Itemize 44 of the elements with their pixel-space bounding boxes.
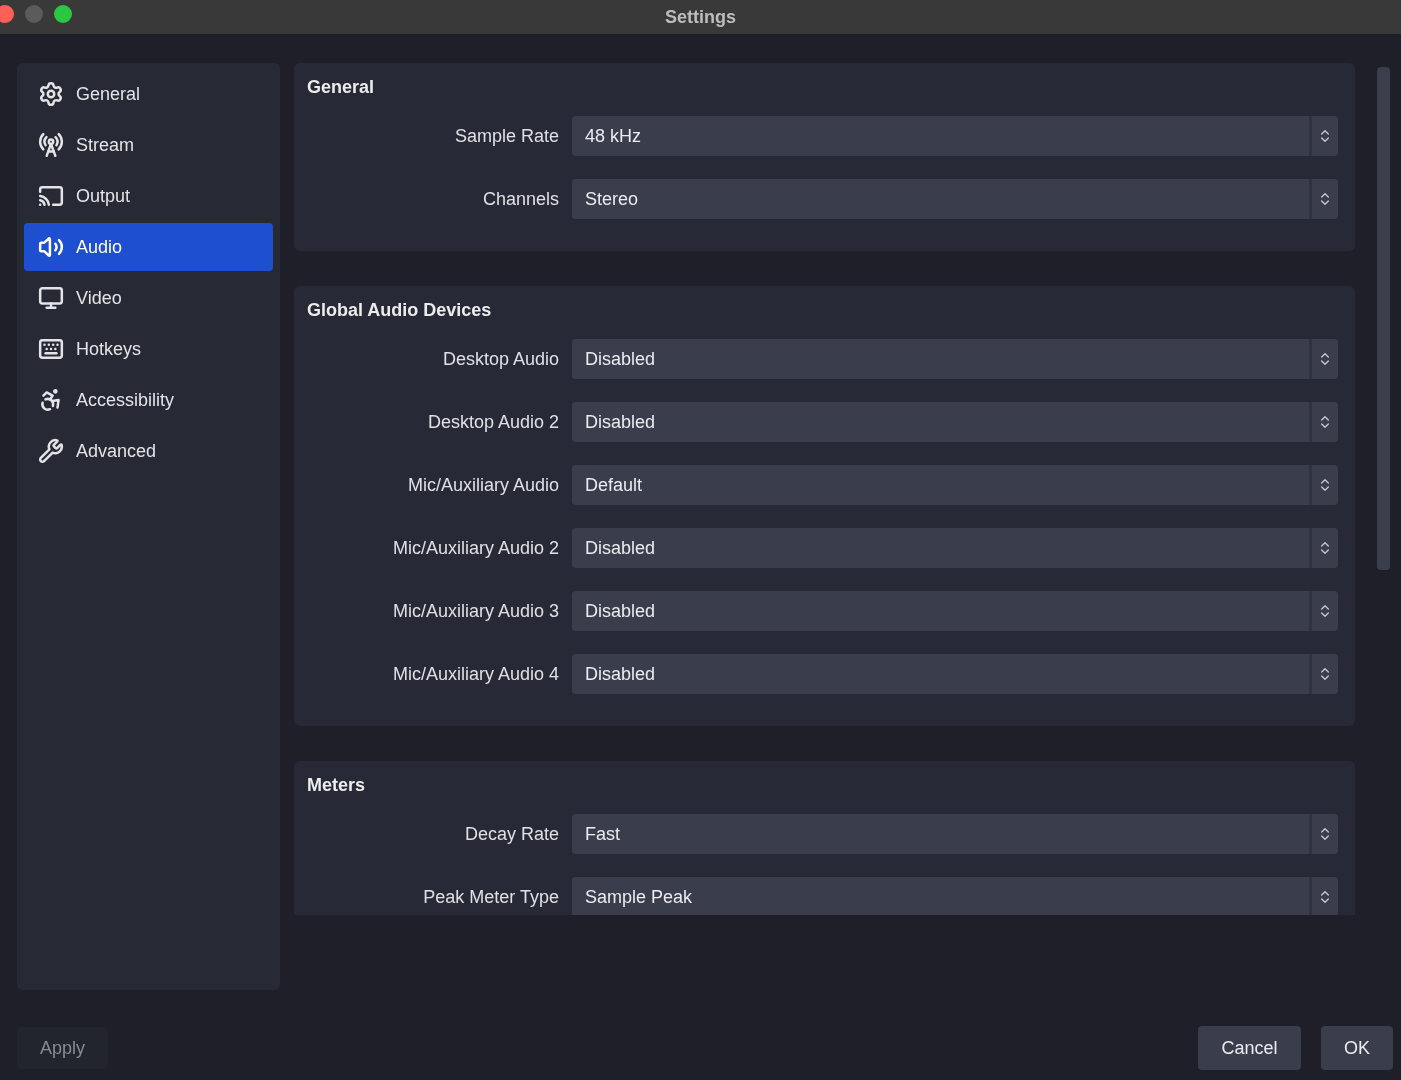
close-window-button[interactable] [0,5,14,23]
speaker-icon [38,234,64,260]
field-label: Mic/Auxiliary Audio 3 [391,599,559,623]
antenna-icon [38,132,64,158]
dropdown-select[interactable]: Disabled [572,339,1338,379]
dropdown-select[interactable]: Disabled [572,402,1338,442]
dropdown-select[interactable]: Disabled [572,654,1338,694]
screen-cast-icon [38,183,64,209]
field-label: Sample Rate [453,124,559,148]
sidebar-item[interactable]: General [24,70,273,118]
dropdown-select[interactable]: Disabled [572,528,1338,568]
field-label: Desktop Audio [441,347,559,371]
ok-button[interactable]: OK [1321,1026,1393,1070]
window-title: Settings [665,5,736,29]
dropdown-select[interactable]: Sample Peak [572,877,1338,915]
field-label: Channels [481,187,559,211]
field-label: Decay Rate [463,822,559,846]
section-title: General [307,76,375,99]
dropdown-select[interactable]: 48 kHz [572,116,1338,156]
section-title: Meters [307,774,366,797]
field-label: Peak Meter Type [422,885,559,909]
sidebar-item[interactable]: Stream [24,121,273,169]
sidebar-item[interactable]: Audio [24,223,273,271]
gear-icon [38,81,64,107]
cancel-button[interactable]: Cancel [1198,1026,1301,1070]
sidebar-item[interactable]: Video [24,274,273,322]
monitor-icon [38,285,64,311]
field-label: Mic/Auxiliary Audio 4 [391,662,559,686]
wrench-icon [38,438,64,464]
sidebar-item[interactable]: Accessibility [24,376,273,424]
dropdown-select[interactable]: Disabled [572,591,1338,631]
field-label: Desktop Audio 2 [426,410,559,434]
field-label: Mic/Auxiliary Audio [406,473,559,497]
section-title: Global Audio Devices [307,299,492,322]
sidebar-item[interactable]: Hotkeys [24,325,273,373]
sidebar-item[interactable]: Output [24,172,273,220]
sidebar-item[interactable]: Advanced [24,427,273,475]
scrollbar-thumb[interactable] [1377,67,1390,570]
dropdown-select[interactable]: Fast [572,814,1338,854]
dropdown-select[interactable]: Stereo [572,179,1338,219]
keyboard-icon [38,336,64,362]
zoom-window-button[interactable] [54,5,72,23]
dropdown-select[interactable]: Default [572,465,1338,505]
field-label: Mic/Auxiliary Audio 2 [391,536,559,560]
